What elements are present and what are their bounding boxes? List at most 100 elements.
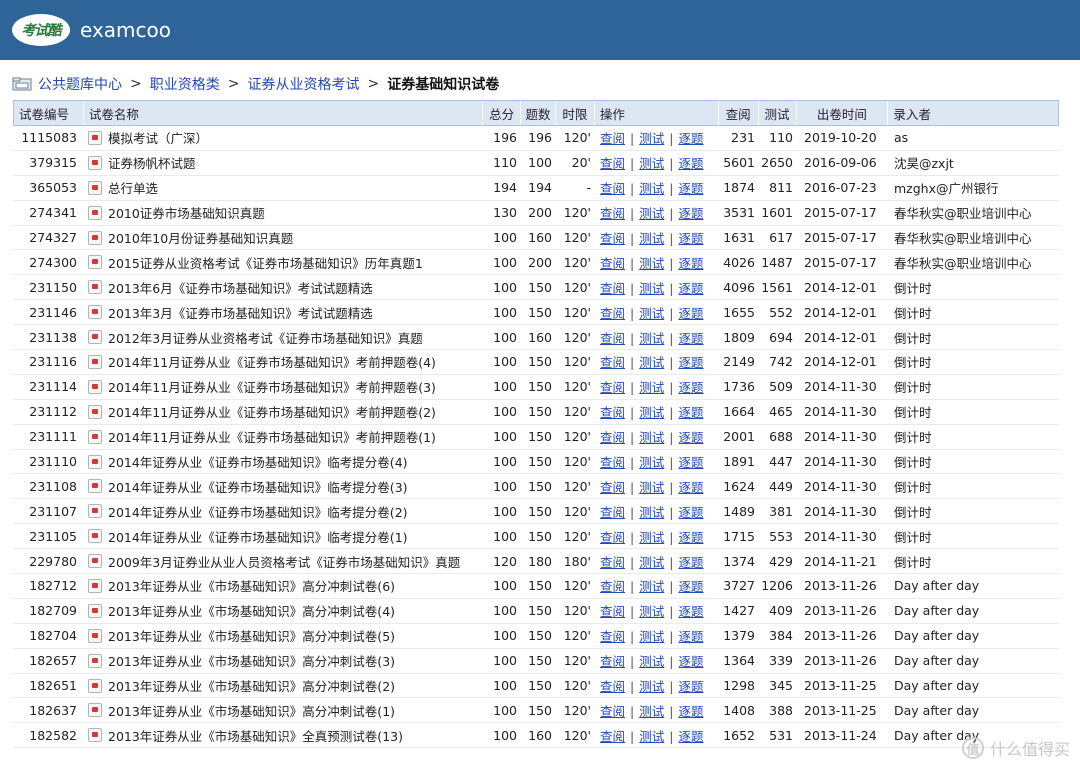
view-link[interactable]: 查阅 bbox=[600, 654, 625, 669]
each-question-link[interactable]: 逐题 bbox=[678, 256, 703, 271]
view-link[interactable]: 查阅 bbox=[600, 380, 625, 395]
each-question-link[interactable]: 逐题 bbox=[678, 729, 703, 744]
view-link[interactable]: 查阅 bbox=[600, 281, 625, 296]
test-link[interactable]: 测试 bbox=[639, 380, 664, 395]
header-author[interactable]: 录入者 bbox=[888, 101, 1058, 125]
header-views[interactable]: 查阅 bbox=[719, 101, 759, 125]
test-link[interactable]: 测试 bbox=[639, 729, 664, 744]
each-question-link[interactable]: 逐题 bbox=[678, 654, 703, 669]
test-link[interactable]: 测试 bbox=[639, 505, 664, 520]
test-link[interactable]: 测试 bbox=[639, 480, 664, 495]
cell-name: 2014年证券从业《证券市场基础知识》临考提分卷(2) bbox=[83, 502, 483, 521]
each-question-link[interactable]: 逐题 bbox=[678, 505, 703, 520]
cell-date: 2013-11-26 bbox=[804, 603, 877, 619]
site-logo[interactable]: 考试酷 bbox=[12, 14, 70, 46]
test-link[interactable]: 测试 bbox=[639, 555, 664, 570]
each-question-link[interactable]: 逐题 bbox=[678, 281, 703, 296]
test-link[interactable]: 测试 bbox=[639, 131, 664, 146]
each-question-link[interactable]: 逐题 bbox=[678, 405, 703, 420]
view-link[interactable]: 查阅 bbox=[600, 604, 625, 619]
breadcrumb-link-professional[interactable]: 职业资格类 bbox=[150, 74, 220, 94]
view-link[interactable]: 查阅 bbox=[600, 480, 625, 495]
view-link[interactable]: 查阅 bbox=[600, 530, 625, 545]
each-question-link[interactable]: 逐题 bbox=[678, 306, 703, 321]
view-link[interactable]: 查阅 bbox=[600, 430, 625, 445]
each-question-link[interactable]: 逐题 bbox=[678, 231, 703, 246]
header-time[interactable]: 时限 bbox=[556, 101, 595, 125]
header-name[interactable]: 试卷名称 bbox=[84, 101, 484, 125]
header-date[interactable]: 出卷时间 bbox=[797, 101, 889, 125]
view-link[interactable]: 查阅 bbox=[600, 729, 625, 744]
view-link[interactable]: 查阅 bbox=[600, 156, 625, 171]
each-question-link[interactable]: 逐题 bbox=[678, 206, 703, 221]
view-link[interactable]: 查阅 bbox=[600, 505, 625, 520]
header-total[interactable]: 总分 bbox=[483, 101, 522, 125]
cell-date: 2014-11-30 bbox=[804, 454, 877, 470]
test-link[interactable]: 测试 bbox=[639, 679, 664, 694]
view-link[interactable]: 查阅 bbox=[600, 131, 625, 146]
test-link[interactable]: 测试 bbox=[639, 579, 664, 594]
exam-title: 2014年11月证券从业《证券市场基础知识》考前押题卷(4) bbox=[108, 355, 436, 371]
test-link[interactable]: 测试 bbox=[639, 256, 664, 271]
each-question-link[interactable]: 逐题 bbox=[678, 530, 703, 545]
header-id[interactable]: 试卷编号 bbox=[14, 101, 84, 125]
view-link[interactable]: 查阅 bbox=[600, 629, 625, 644]
test-link[interactable]: 测试 bbox=[639, 281, 664, 296]
each-question-link[interactable]: 逐题 bbox=[678, 455, 703, 470]
each-question-link[interactable]: 逐题 bbox=[678, 704, 703, 719]
test-link[interactable]: 测试 bbox=[639, 430, 664, 445]
test-link[interactable]: 测试 bbox=[639, 181, 664, 196]
test-link[interactable]: 测试 bbox=[639, 604, 664, 619]
view-link[interactable]: 查阅 bbox=[600, 555, 625, 570]
table-row: 231114 2014年11月证券从业《证券市场基础知识》考前押题卷(3) 100 1… bbox=[13, 375, 1059, 400]
cell-tests: 509 bbox=[769, 379, 793, 395]
view-link[interactable]: 查阅 bbox=[600, 256, 625, 271]
test-link[interactable]: 测试 bbox=[639, 231, 664, 246]
each-question-link[interactable]: 逐题 bbox=[678, 181, 703, 196]
view-link[interactable]: 查阅 bbox=[600, 181, 625, 196]
view-link[interactable]: 查阅 bbox=[600, 206, 625, 221]
each-question-link[interactable]: 逐题 bbox=[678, 679, 703, 694]
each-question-link[interactable]: 逐题 bbox=[678, 430, 703, 445]
view-link[interactable]: 查阅 bbox=[600, 231, 625, 246]
ops-separator: | bbox=[630, 529, 635, 545]
each-question-link[interactable]: 逐题 bbox=[678, 131, 703, 146]
each-question-link[interactable]: 逐题 bbox=[678, 629, 703, 644]
each-question-link[interactable]: 逐题 bbox=[678, 480, 703, 495]
each-question-link[interactable]: 逐题 bbox=[678, 355, 703, 370]
view-link[interactable]: 查阅 bbox=[600, 306, 625, 321]
view-link[interactable]: 查阅 bbox=[600, 679, 625, 694]
test-link[interactable]: 测试 bbox=[639, 156, 664, 171]
test-link[interactable]: 测试 bbox=[639, 530, 664, 545]
test-link[interactable]: 测试 bbox=[639, 654, 664, 669]
each-question-link[interactable]: 逐题 bbox=[678, 604, 703, 619]
test-link[interactable]: 测试 bbox=[639, 355, 664, 370]
brand-name[interactable]: examcoo bbox=[80, 18, 171, 42]
test-link[interactable]: 测试 bbox=[639, 331, 664, 346]
each-question-link[interactable]: 逐题 bbox=[678, 156, 703, 171]
cell-count: 194 bbox=[528, 180, 552, 196]
test-link[interactable]: 测试 bbox=[639, 306, 664, 321]
view-link[interactable]: 查阅 bbox=[600, 455, 625, 470]
cell-views: 2001 bbox=[723, 429, 755, 445]
view-link[interactable]: 查阅 bbox=[600, 331, 625, 346]
each-question-link[interactable]: 逐题 bbox=[678, 555, 703, 570]
view-link[interactable]: 查阅 bbox=[600, 704, 625, 719]
view-link[interactable]: 查阅 bbox=[600, 355, 625, 370]
test-link[interactable]: 测试 bbox=[639, 206, 664, 221]
each-question-link[interactable]: 逐题 bbox=[678, 331, 703, 346]
view-link[interactable]: 查阅 bbox=[600, 579, 625, 594]
test-link[interactable]: 测试 bbox=[639, 455, 664, 470]
header-count[interactable]: 题数 bbox=[521, 101, 556, 125]
breadcrumb-link-public-bank[interactable]: 公共题库中心 bbox=[38, 74, 122, 94]
test-link[interactable]: 测试 bbox=[639, 405, 664, 420]
test-link[interactable]: 测试 bbox=[639, 629, 664, 644]
each-question-link[interactable]: 逐题 bbox=[678, 579, 703, 594]
cell-time: 120' bbox=[563, 205, 591, 221]
view-link[interactable]: 查阅 bbox=[600, 405, 625, 420]
cell-name: 模拟考试（广深） bbox=[83, 128, 483, 147]
header-tests[interactable]: 测试 bbox=[759, 101, 797, 125]
breadcrumb-link-securities-exam[interactable]: 证券从业资格考试 bbox=[247, 74, 359, 94]
each-question-link[interactable]: 逐题 bbox=[678, 380, 703, 395]
test-link[interactable]: 测试 bbox=[639, 704, 664, 719]
